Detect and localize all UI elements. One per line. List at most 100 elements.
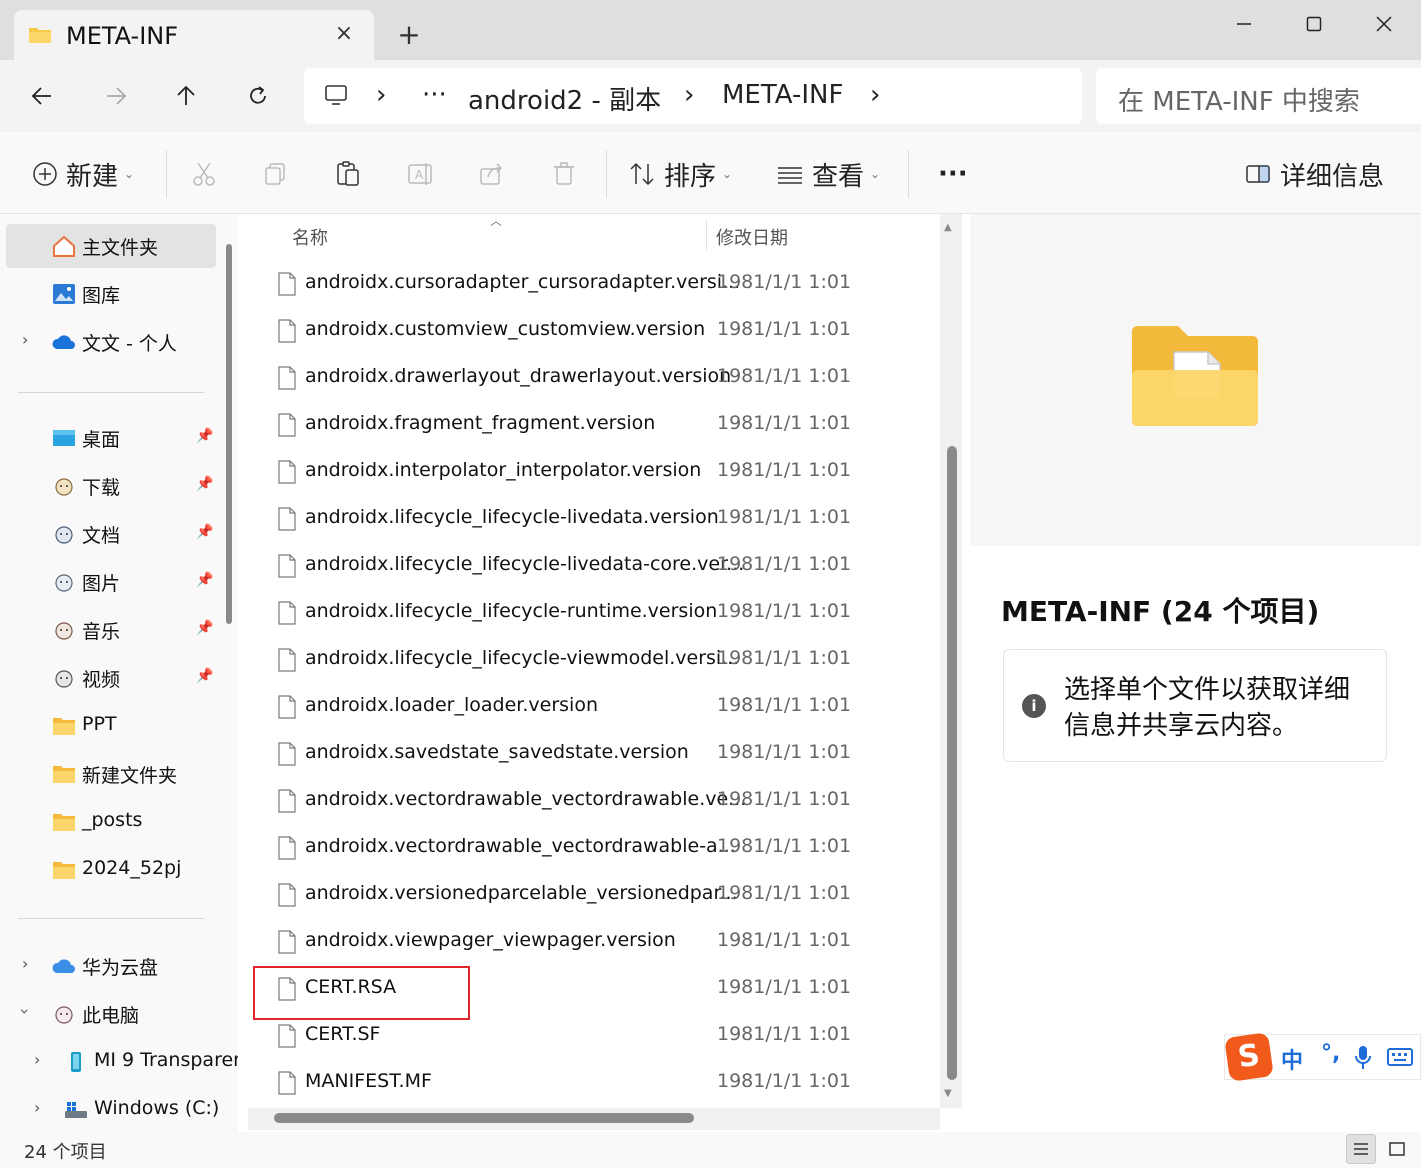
sort-button[interactable]: 排序 ⌄ [628, 156, 732, 192]
sidebar-item-label: 主文件夹 [82, 237, 159, 259]
scroll-down-icon[interactable]: ▼ [944, 1088, 952, 1099]
keyboard-icon[interactable] [1387, 1047, 1413, 1067]
minimize-button[interactable] [1216, 8, 1272, 40]
file-row[interactable]: androidx.interpolator_interpolator.versi… [246, 450, 940, 497]
chevron-right-icon[interactable]: › [376, 80, 386, 110]
file-row[interactable]: androidx.fragment_fragment.version 1981/1… [246, 403, 940, 450]
details-pane: META-INF (24 个项目) i 选择单个文件以获取详细信息并共享云内容。 [970, 214, 1421, 1132]
sidebar-item-posts[interactable]: _posts [6, 800, 216, 844]
file-row[interactable]: androidx.versionedparcelable_versionedpa… [246, 873, 940, 920]
file-row[interactable]: androidx.customview_customview.version 19… [246, 309, 940, 356]
sidebar-item-videos[interactable]: 视频 📌 [6, 656, 216, 700]
sidebar-item-gallery[interactable]: 图库 [6, 272, 216, 316]
chevron-right-icon[interactable]: › [22, 330, 28, 349]
ime-punctuation-toggle[interactable]: °, [1321, 1041, 1340, 1066]
share-icon [480, 163, 503, 185]
file-row[interactable]: androidx.drawerlayout_drawerlayout.versi… [246, 356, 940, 403]
breadcrumb-ellipsis[interactable]: ··· [422, 80, 447, 110]
file-name: androidx.fragment_fragment.version [305, 412, 656, 434]
column-header-name[interactable]: 名称 [292, 224, 328, 250]
pin-icon[interactable]: 📌 [196, 524, 213, 540]
sort-label: 排序 [664, 161, 717, 192]
chevron-right-icon[interactable]: › [22, 954, 28, 973]
file-icon [278, 1071, 296, 1095]
new-button[interactable]: 新建 ⌄ [32, 156, 134, 192]
pin-icon[interactable]: 📌 [196, 620, 213, 636]
file-row[interactable]: androidx.lifecycle_lifecycle-livedata-co… [246, 544, 940, 591]
microphone-icon[interactable] [1353, 1045, 1373, 1071]
file-row[interactable]: androidx.loader_loader.version 1981/1/1 1… [246, 685, 940, 732]
refresh-button[interactable] [238, 76, 278, 116]
file-date: 1981/1/1 1:01 [717, 976, 852, 998]
chevron-right-icon[interactable]: › [870, 80, 880, 110]
sidebar-item-mi9[interactable]: › MI 9 Transparent [18, 1040, 238, 1084]
horizontal-scroll-thumb[interactable] [274, 1113, 694, 1123]
file-row[interactable]: androidx.lifecycle_lifecycle-runtime.ver… [246, 591, 940, 638]
sidebar-item-new-folder[interactable]: 新建文件夹 [6, 752, 216, 796]
forward-button[interactable] [96, 76, 136, 116]
chevron-right-icon[interactable]: › [684, 80, 694, 110]
scroll-up-icon[interactable]: ▲ [944, 222, 952, 233]
file-row[interactable]: CERT.SF 1981/1/1 1:01 [246, 1014, 940, 1061]
chevron-right-icon[interactable]: › [34, 1098, 40, 1117]
file-row[interactable]: androidx.lifecycle_lifecycle-livedata.ve… [246, 497, 940, 544]
file-row[interactable]: androidx.viewpager_viewpager.version 1981… [246, 920, 940, 967]
search-input[interactable]: 在 META-INF 中搜索 [1118, 81, 1360, 118]
pin-icon[interactable]: 📌 [196, 668, 213, 684]
up-button[interactable] [166, 76, 206, 116]
details-view-button[interactable] [1346, 1134, 1376, 1164]
file-row[interactable]: androidx.vectordrawable_vectordrawable.v… [246, 779, 940, 826]
sidebar-item-windows-c[interactable]: › Windows (C:) [18, 1088, 228, 1132]
share-button[interactable] [478, 156, 506, 192]
sogou-logo-icon[interactable]: S [1224, 1032, 1274, 1082]
ime-mode-toggle[interactable]: 中 [1281, 1043, 1303, 1075]
tab-meta-inf[interactable]: META-INF × [14, 10, 374, 62]
sidebar-item-documents[interactable]: 文档 📌 [6, 512, 216, 556]
file-row[interactable]: MANIFEST.MF 1981/1/1 1:01 [246, 1061, 940, 1108]
new-tab-button[interactable]: + [392, 20, 426, 54]
tiles-view-button[interactable] [1382, 1134, 1412, 1164]
pin-icon[interactable]: 📌 [196, 476, 213, 492]
delete-button[interactable] [550, 156, 578, 192]
sidebar-item-this-pc[interactable]: › 此电脑 [6, 992, 216, 1036]
sidebar-item-2024-52pj[interactable]: 2024_52pj [6, 848, 216, 892]
sidebar-scrollbar[interactable] [226, 244, 232, 624]
maximize-button[interactable] [1286, 8, 1342, 40]
sidebar-item-music[interactable]: 音乐 📌 [6, 608, 216, 652]
pin-icon[interactable]: 📌 [196, 428, 213, 444]
address-bar[interactable]: › ··· android2 - 副本 › META-INF › [304, 68, 1082, 124]
rename-button[interactable]: A [406, 156, 434, 192]
view-label: 查看 [812, 161, 865, 192]
view-button[interactable]: 查看 ⌄ [776, 156, 880, 192]
breadcrumb-android2[interactable]: android2 - 副本 [468, 80, 661, 117]
file-row[interactable]: androidx.lifecycle_lifecycle-viewmodel.v… [246, 638, 940, 685]
details-pane-button[interactable]: 详细信息 [1244, 156, 1384, 192]
sidebar-item-ppt[interactable]: PPT [6, 704, 216, 748]
cut-button[interactable] [190, 156, 218, 192]
search-box[interactable]: 在 META-INF 中搜索 [1096, 68, 1421, 124]
pin-icon[interactable]: 📌 [196, 572, 213, 588]
copy-button[interactable] [262, 156, 290, 192]
close-window-button[interactable] [1356, 8, 1412, 40]
close-tab-icon[interactable]: × [332, 22, 356, 46]
chevron-down-icon[interactable]: › [16, 1008, 35, 1014]
sidebar-item-huawei-cloud[interactable]: › 华为云盘 [6, 944, 216, 988]
sidebar-item-pictures[interactable]: 图片 📌 [6, 560, 216, 604]
file-row[interactable]: androidx.vectordrawable_vectordrawable-a… [246, 826, 940, 873]
file-row[interactable]: androidx.cursoradapter_cursoradapter.ver… [246, 262, 940, 309]
more-options-button[interactable]: ··· [930, 156, 968, 192]
sidebar-item-onedrive[interactable]: › 文文 - 个人 [6, 320, 216, 364]
vertical-scroll-thumb[interactable] [947, 446, 957, 1080]
file-row[interactable]: androidx.savedstate_savedstate.version 19… [246, 732, 940, 779]
chevron-down-icon: ⌄ [870, 167, 881, 181]
sidebar-item-desktop[interactable]: 桌面 📌 [6, 416, 216, 460]
paste-button[interactable] [334, 156, 362, 192]
chevron-right-icon[interactable]: › [34, 1050, 40, 1069]
breadcrumb-meta-inf[interactable]: META-INF [722, 80, 843, 110]
sidebar-item-home[interactable]: 主文件夹 [6, 224, 216, 268]
sidebar-item-downloads[interactable]: 下载 📌 [6, 464, 216, 508]
column-divider[interactable] [706, 220, 707, 250]
file-name: androidx.loader_loader.version [305, 694, 598, 716]
back-button[interactable] [22, 76, 62, 116]
column-header-date[interactable]: 修改日期 [716, 224, 788, 250]
